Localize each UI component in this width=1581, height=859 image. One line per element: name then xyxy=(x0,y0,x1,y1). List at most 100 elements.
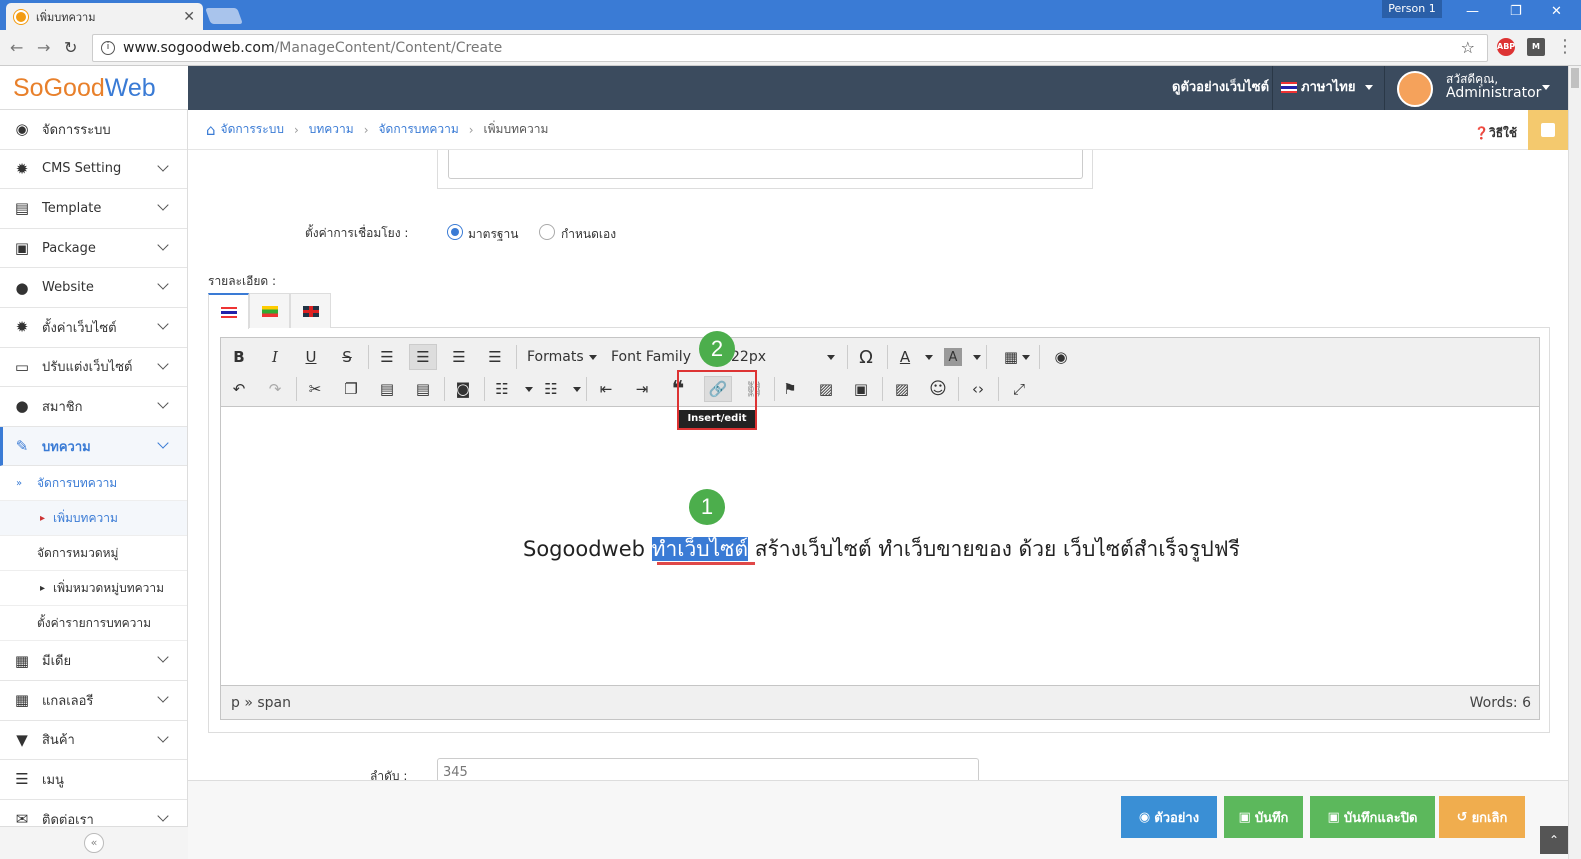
outdent-icon[interactable]: ⇤ xyxy=(592,376,620,402)
forward-icon[interactable]: → xyxy=(37,38,50,57)
breadcrumb-articles[interactable]: บทความ xyxy=(309,120,354,139)
gallery-icon[interactable]: ▨ xyxy=(888,376,916,402)
sidebar-item-products[interactable]: ▼ สินค้า xyxy=(0,721,187,761)
back-icon[interactable]: ← xyxy=(10,38,23,57)
preview-site-link[interactable]: ดูตัวอย่างเว็บไซต์ xyxy=(1172,66,1269,110)
font-family-dropdown[interactable]: Font Family xyxy=(611,349,691,365)
italic-icon[interactable]: I xyxy=(261,344,289,370)
close-tab-icon[interactable]: ✕ xyxy=(183,9,195,25)
sidebar-item-site-settings[interactable]: ✹ ตั้งค่าเว็บไซต์ xyxy=(0,308,187,348)
reload-icon[interactable]: ↻ xyxy=(64,38,77,57)
sidebar-item-members[interactable]: ● สมาชิก xyxy=(0,387,187,427)
tab-english[interactable] xyxy=(290,293,331,328)
sidebar-item-media[interactable]: ▦ มีเดีย xyxy=(0,641,187,681)
user-menu-chevron-icon[interactable] xyxy=(1542,85,1550,90)
underline-icon[interactable]: U xyxy=(297,344,325,370)
info-icon[interactable]: i xyxy=(101,41,115,55)
extension-m-icon[interactable]: M xyxy=(1527,38,1545,56)
home-icon[interactable]: ⌂ xyxy=(206,121,216,139)
text-color-icon[interactable]: A xyxy=(891,344,919,370)
fullscreen-icon[interactable]: ⤢ xyxy=(1005,376,1033,402)
radio-custom[interactable] xyxy=(539,224,555,240)
breadcrumb-manage-articles[interactable]: จัดการบทความ xyxy=(379,120,459,139)
brand-logo[interactable]: SoGoodWeb xyxy=(0,66,188,110)
paste-text-icon[interactable]: ▤ xyxy=(409,376,437,402)
redo-icon[interactable]: ↷ xyxy=(261,376,289,402)
sidebar-subitem-manage-categories[interactable]: จัดการหมวดหมู่ xyxy=(0,536,187,572)
sidebar-item-package[interactable]: ▣ Package xyxy=(0,229,187,269)
radio-standard[interactable] xyxy=(447,224,463,240)
strikethrough-icon[interactable]: S xyxy=(333,344,361,370)
selected-text[interactable]: ทำเว็บไซต์ xyxy=(651,537,749,561)
align-justify-icon[interactable]: ☰ xyxy=(481,344,509,370)
sidebar-subitem-manage-articles[interactable]: » จัดการบทความ xyxy=(0,466,187,502)
preview-button[interactable]: ◉ ตัวอย่าง xyxy=(1121,796,1217,838)
breadcrumb-system[interactable]: จัดการระบบ xyxy=(221,120,284,139)
background-color-icon[interactable]: A xyxy=(944,348,962,366)
scroll-to-top-button[interactable]: ⌃ xyxy=(1540,826,1568,854)
table-icon[interactable]: ▦ xyxy=(997,344,1025,370)
align-left-icon[interactable]: ☰ xyxy=(373,344,401,370)
chevron-down-icon[interactable] xyxy=(573,387,581,392)
help-link[interactable]: ❓วิธีใช้ xyxy=(1474,124,1517,143)
sidebar-item-template[interactable]: ▤ Template xyxy=(0,189,187,229)
paste-icon[interactable]: ▤ xyxy=(373,376,401,402)
emoticon-icon[interactable]: ☺ xyxy=(924,376,952,402)
save-close-button[interactable]: ▣ บันทึกและปิด xyxy=(1310,796,1435,838)
find-replace-icon[interactable]: ◙ xyxy=(449,376,477,402)
sidebar-subitem-article-settings[interactable]: ตั้งค่ารายการบทความ xyxy=(0,606,187,642)
url-input[interactable]: i www.sogoodweb.com/ManageContent/Conten… xyxy=(92,34,1488,62)
element-path[interactable]: p » span xyxy=(231,695,291,711)
undo-icon[interactable]: ↶ xyxy=(225,376,253,402)
cancel-button[interactable]: ↺ ยกเลิก xyxy=(1439,796,1525,838)
tab-myanmar[interactable] xyxy=(249,293,290,328)
browser-menu-icon[interactable]: ⋮ xyxy=(1556,36,1574,57)
bookmark-anchor-icon[interactable]: ⚑ xyxy=(776,376,804,402)
language-dropdown[interactable]: ภาษาไทย xyxy=(1281,66,1374,110)
profile-button[interactable]: Person 1 xyxy=(1382,0,1442,18)
numbered-list-icon[interactable]: ☷ xyxy=(537,376,565,402)
align-right-icon[interactable]: ☰ xyxy=(445,344,473,370)
preview-eye-icon[interactable]: ◉ xyxy=(1047,344,1075,370)
source-code-icon[interactable]: ‹› xyxy=(964,376,992,402)
editor-paragraph[interactable]: Sogoodweb ทำเว็บไซต์ สร้างเว็บไซต์ ทำเว็… xyxy=(523,533,1240,566)
sidebar-item-menu[interactable]: ☰ เมนู xyxy=(0,760,187,800)
scrollbar-thumb[interactable] xyxy=(1571,68,1579,88)
close-window-icon[interactable]: ✕ xyxy=(1551,4,1562,19)
notes-button[interactable] xyxy=(1528,110,1568,150)
bookmark-star-icon[interactable]: ☆ xyxy=(1461,38,1475,57)
minimize-icon[interactable]: — xyxy=(1466,4,1479,19)
collapse-sidebar-icon[interactable]: « xyxy=(84,833,104,853)
bold-icon[interactable]: B xyxy=(225,344,253,370)
align-center-icon[interactable]: ☰ xyxy=(409,344,437,370)
user-menu[interactable]: สวัสดีคุณ, Administrator xyxy=(1446,72,1541,100)
special-character-icon[interactable]: Ω xyxy=(852,344,880,370)
chevron-down-icon[interactable] xyxy=(973,355,981,360)
description-textarea[interactable] xyxy=(448,150,1083,179)
sidebar-item-articles[interactable]: ✎ บทความ xyxy=(0,426,187,467)
browser-tab[interactable]: เพิ่มบทความ ✕ xyxy=(6,3,203,30)
sidebar-item-website[interactable]: ● Website xyxy=(0,268,187,308)
sidebar-item-customize[interactable]: ▭ ปรับแต่งเว็บไซต์ xyxy=(0,348,187,388)
copy-icon[interactable]: ❐ xyxy=(337,376,365,402)
page-scrollbar[interactable] xyxy=(1568,66,1581,859)
avatar[interactable] xyxy=(1397,71,1433,107)
new-tab-button[interactable] xyxy=(205,8,243,24)
sidebar-item-cms-setting[interactable]: ✹ CMS Setting xyxy=(0,150,187,190)
restore-icon[interactable]: ❐ xyxy=(1510,4,1522,19)
sidebar-item-system[interactable]: ◉ จัดการระบบ xyxy=(0,110,187,150)
editor-content[interactable]: Sogoodweb ทำเว็บไซต์ สร้างเว็บไซต์ ทำเว็… xyxy=(221,407,1539,685)
adblock-icon[interactable]: ABP xyxy=(1497,38,1515,56)
formats-dropdown[interactable]: Formats xyxy=(527,349,597,365)
sidebar-item-gallery[interactable]: ▦ แกลเลอรี xyxy=(0,681,187,721)
chevron-down-icon[interactable] xyxy=(525,387,533,392)
font-size-dropdown[interactable]: 22px xyxy=(731,349,835,365)
bullet-list-icon[interactable]: ☷ xyxy=(488,376,516,402)
sidebar-subitem-add-category[interactable]: ▸ เพิ่มหมวดหมู่บทความ xyxy=(0,571,187,607)
save-button[interactable]: ▣ บันทึก xyxy=(1224,796,1303,838)
chevron-down-icon[interactable] xyxy=(925,355,933,360)
sidebar-subitem-add-article[interactable]: ▸ เพิ่มบทความ xyxy=(0,501,187,537)
media-icon[interactable]: ▣ xyxy=(847,376,875,402)
chevron-down-icon[interactable] xyxy=(1022,355,1030,360)
indent-icon[interactable]: ⇥ xyxy=(628,376,656,402)
